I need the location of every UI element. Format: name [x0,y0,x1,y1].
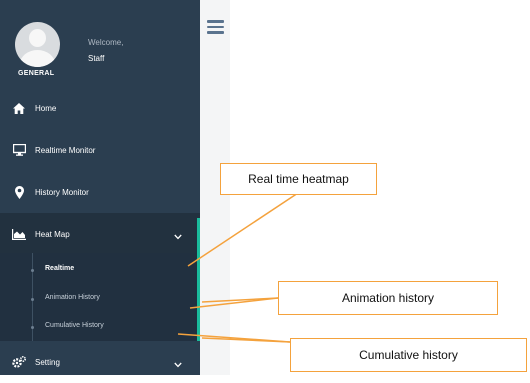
callout-animation-text: Animation history [341,291,435,305]
callout-cumulative-text: Cumulative history [359,348,458,362]
callout-animation-history: Animation history [278,281,498,315]
callout-realtime-text: Real time heatmap [248,172,349,186]
callout-cumulative-history: Cumulative history [290,338,527,372]
callout-realtime-heatmap: Real time heatmap [220,163,377,195]
